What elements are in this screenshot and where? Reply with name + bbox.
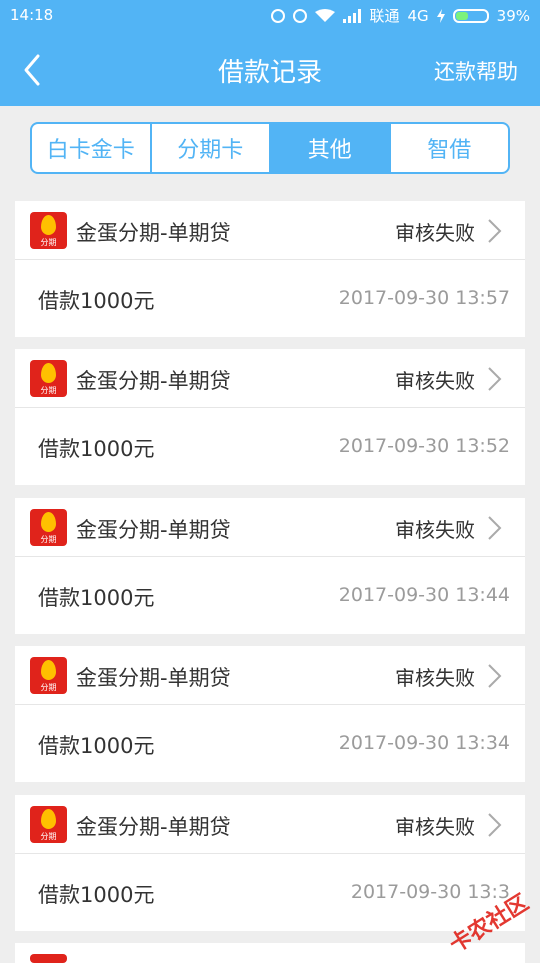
loan-amount: 借款1000元 — [38, 734, 155, 758]
nav-bar: 借款记录 还款帮助 — [0, 32, 540, 106]
jindan-logo-icon: 分期 — [30, 212, 67, 249]
tab-baika-jinka[interactable]: 白卡金卡 — [32, 124, 152, 172]
loan-amount: 借款1000元 — [38, 437, 155, 461]
review-status: 审核失败 — [395, 666, 475, 690]
charging-icon — [436, 8, 445, 23]
product-name: 金蛋分期-单期贷 — [76, 369, 231, 393]
loan-time: 2017-09-30 13:34 — [338, 732, 510, 754]
record-header[interactable]: 分期 金蛋分期-单期贷 审核失败 — [15, 646, 525, 705]
network-label: 4G — [407, 6, 429, 25]
loan-time: 2017-09-30 13:3 — [350, 881, 510, 903]
loan-record-card[interactable]: 分期 金蛋分期-单期贷 审核失败 借款1000元 2017-09-30 13:4… — [15, 498, 525, 634]
review-status: 审核失败 — [395, 815, 475, 839]
jindan-logo-icon: 分期 — [30, 806, 67, 843]
chevron-right-icon — [488, 813, 502, 837]
jindan-logo-icon: 分期 — [30, 657, 67, 694]
wifi-icon — [315, 8, 336, 22]
loan-time: 2017-09-30 13:44 — [338, 584, 510, 606]
loan-time: 2017-09-30 13:52 — [338, 435, 510, 457]
chevron-right-icon — [488, 516, 502, 540]
battery-percent: 39% — [496, 6, 530, 25]
review-status: 审核失败 — [395, 518, 475, 542]
tab-other[interactable]: 其他 — [271, 124, 391, 172]
product-name: 金蛋分期-单期贷 — [76, 221, 231, 245]
chevron-right-icon — [488, 219, 502, 243]
loan-record-card[interactable]: 分期 金蛋分期-单期贷 审核失败 借款1000元 2017-09-30 13:5… — [15, 349, 525, 485]
sync-icon — [271, 8, 286, 23]
battery-icon — [452, 8, 489, 23]
record-header[interactable]: 分期 金蛋分期-单期贷 审核失败 — [15, 795, 525, 854]
status-time: 14:18 — [10, 6, 54, 24]
category-tabs: 白卡金卡 分期卡 其他 智借 — [30, 122, 510, 174]
loan-amount: 借款1000元 — [38, 586, 155, 610]
review-status: 审核失败 — [395, 221, 475, 245]
jindan-logo-icon: 分期 — [30, 360, 67, 397]
loan-record-card-partial[interactable] — [15, 943, 525, 963]
loan-amount: 借款1000元 — [38, 289, 155, 313]
product-name: 金蛋分期-单期贷 — [76, 815, 231, 839]
loan-record-card[interactable]: 分期 金蛋分期-单期贷 审核失败 借款1000元 2017-09-30 13:3… — [15, 646, 525, 782]
repayment-help-link[interactable]: 还款帮助 — [434, 56, 518, 86]
tab-zhijie[interactable]: 智借 — [391, 124, 509, 172]
tab-installment-card[interactable]: 分期卡 — [152, 124, 271, 172]
status-bar: 14:18 联通 4G 39% — [0, 0, 540, 32]
product-name: 金蛋分期-单期贷 — [76, 666, 231, 690]
loan-amount: 借款1000元 — [38, 883, 155, 907]
top-bar: 14:18 联通 4G 39% 借款记录 还款帮助 — [0, 0, 540, 106]
signal-icon — [343, 8, 362, 23]
record-header[interactable]: 分期 金蛋分期-单期贷 审核失败 — [15, 498, 525, 557]
jindan-logo-icon: 分期 — [30, 509, 67, 546]
jindan-logo-icon — [30, 954, 67, 963]
record-header[interactable]: 分期 金蛋分期-单期贷 审核失败 — [15, 201, 525, 260]
chevron-right-icon — [488, 664, 502, 688]
status-icons: 联通 4G 39% — [271, 5, 530, 26]
alarm-icon — [293, 8, 308, 23]
loan-record-card[interactable]: 分期 金蛋分期-单期贷 审核失败 借款1000元 2017-09-30 13:3 — [15, 795, 525, 931]
battery-level — [455, 11, 469, 20]
chevron-right-icon — [488, 367, 502, 391]
review-status: 审核失败 — [395, 369, 475, 393]
loan-record-card[interactable]: 分期 金蛋分期-单期贷 审核失败 借款1000元 2017-09-30 13:5… — [15, 201, 525, 337]
product-name: 金蛋分期-单期贷 — [76, 518, 231, 542]
record-header[interactable]: 分期 金蛋分期-单期贷 审核失败 — [15, 349, 525, 408]
carrier-label: 联通 — [369, 7, 400, 25]
loan-time: 2017-09-30 13:57 — [338, 287, 510, 309]
